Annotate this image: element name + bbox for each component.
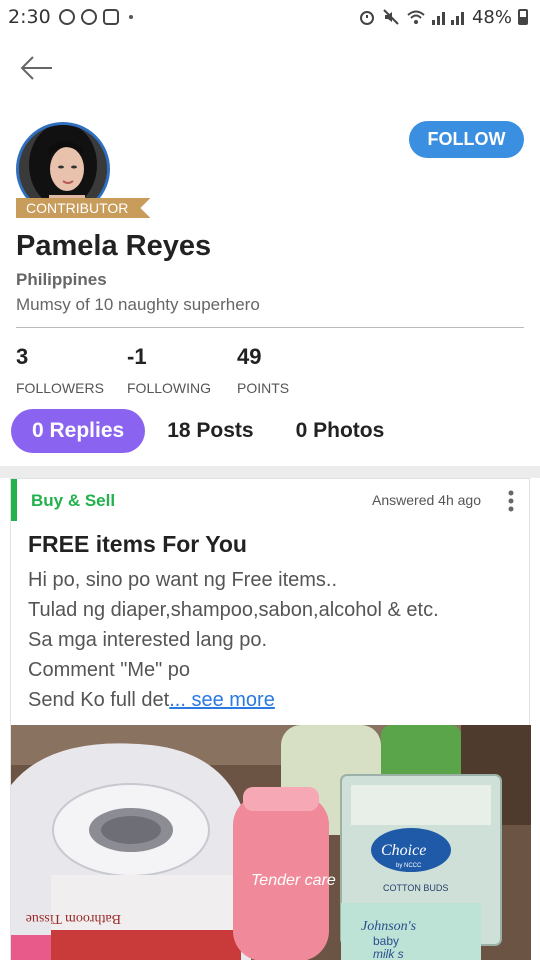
stat-value: 3 [16,344,29,369]
mute-icon [383,9,399,25]
stat-label: FOLLOWING [127,380,212,396]
stat-following[interactable]: -1 FOLLOWING [127,344,211,396]
status-time: 2:30 [8,6,51,28]
messenger-icon-2 [80,9,97,25]
profile-name: Pamela Reyes [16,230,212,262]
more-notifications-icon [128,15,133,19]
alarm-icon [359,11,374,25]
post-image[interactable]: Bathroom Tissue Tender care Choice by NC… [11,725,531,960]
more-options-icon[interactable] [507,489,515,513]
battery-icon [518,9,528,25]
category-indicator [11,479,17,521]
post-line: Sa mga interested lang po. [28,629,268,651]
tab-posts[interactable]: 18 Posts [167,419,253,443]
post-line: Hi po, sino po want ng Free items.. [28,569,338,591]
tissue-label: Bathroom Tissue [26,911,121,926]
status-bar: 2:30 48% [0,0,540,34]
post-line-text: Send Ko full det [28,689,170,711]
instagram-icon [102,9,119,25]
post-line: Comment "Me" po [28,659,191,681]
contributor-badge: CONTRIBUTOR [16,198,150,218]
see-more-link[interactable]: ... see more [169,689,275,711]
cotton-buds-label: COTTON BUDS [383,883,448,893]
johnsons-label: Johnson's [361,919,417,934]
wifi-icon [407,10,425,24]
signal-icon [431,12,464,25]
profile-tabs: 0 Replies 18 Posts 0 Photos [11,409,384,453]
stat-followers[interactable]: 3 FOLLOWERS [16,344,104,396]
tender-care-label: Tender care [251,872,336,889]
profile-bio: Mumsy of 10 naughty superhero [16,295,260,314]
tab-photos[interactable]: 0 Photos [296,419,385,443]
arrow-left-icon [20,56,52,80]
notification-icons [58,9,133,25]
back-button[interactable] [18,52,58,84]
stat-value: 49 [237,344,262,369]
profile-location: Philippines [16,270,107,289]
milk-label: milk s [373,947,404,960]
post-category[interactable]: Buy & Sell [31,491,115,511]
battery-percent: 48% [471,6,512,28]
messenger-icon [58,9,75,25]
choice-sub-label: by NCCC [396,863,422,869]
post-body: Hi po, sino po want ng Free items.. Tula… [28,565,523,715]
stat-label: POINTS [237,380,290,396]
baby-label: baby [373,934,399,948]
post-title[interactable]: FREE items For You [28,531,247,558]
follow-button[interactable]: FOLLOW [409,121,524,158]
stat-value: -1 [127,344,147,369]
tab-replies[interactable]: 0 Replies [11,409,146,453]
post-line-last: Send Ko full det... see more [28,685,523,715]
stat-points[interactable]: 49 POINTS [237,344,289,396]
post-line: Tulad ng diaper,shampoo,sabon,alcohol & … [28,599,439,621]
post-timestamp: Answered 4h ago [372,492,481,508]
stat-label: FOLLOWERS [16,380,104,396]
choice-label: Choice [381,842,426,859]
post-card[interactable]: Buy & Sell Answered 4h ago FREE items Fo… [10,478,531,960]
section-separator [0,466,540,478]
divider [16,327,524,328]
system-status: 48% [358,7,528,28]
post-photo: Bathroom Tissue Tender care Choice by NC… [11,725,531,960]
